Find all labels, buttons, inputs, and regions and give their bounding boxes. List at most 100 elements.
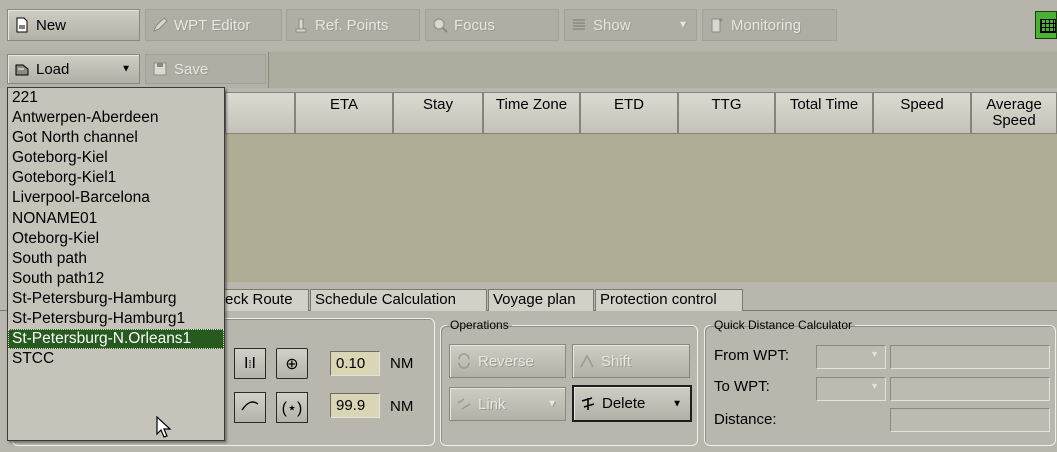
tab-schedule-calculation[interactable]: Schedule Calculation	[310, 289, 487, 311]
show-label: Show	[593, 16, 631, 34]
tab-protection-control[interactable]: Protection control	[595, 289, 743, 311]
radius-value-field[interactable]: 99.9	[330, 393, 380, 418]
to-wpt-label: To WPT:	[714, 378, 770, 395]
route-list-item[interactable]: STCC	[8, 349, 224, 369]
ref-point-icon	[293, 17, 309, 33]
link-label: Link	[478, 395, 506, 413]
header-speed-label: Speed	[900, 96, 944, 113]
ref-points-button[interactable]: Ref. Points	[286, 9, 420, 41]
pencil-icon	[152, 17, 168, 33]
column-header-average-speed[interactable]: Average Speed	[971, 92, 1057, 134]
wpt-editor-label: WPT Editor	[174, 16, 251, 34]
magnifier-icon	[432, 17, 448, 33]
save-button[interactable]: Save	[145, 54, 266, 84]
route-list-item[interactable]: St-Petersburg-N.Orleans1	[8, 329, 224, 350]
route-list-item[interactable]: NONAME01	[8, 209, 224, 229]
column-header-eta[interactable]: ETA	[295, 92, 393, 134]
distance-label: Distance:	[714, 411, 777, 428]
monitoring-label: Monitoring	[731, 16, 802, 34]
show-dropdown[interactable]: Show ▼	[564, 9, 697, 41]
shift-icon	[579, 353, 595, 369]
route-table-body[interactable]	[225, 134, 1057, 282]
new-file-icon	[14, 17, 30, 33]
route-list-item[interactable]: 221	[8, 88, 224, 108]
crosshair-icon: ⊕	[285, 355, 299, 373]
route-list-item[interactable]: Got North channel	[8, 128, 224, 148]
to-wpt-value	[890, 377, 1050, 401]
route-list-item[interactable]: St-Petersburg-Hamburg	[8, 289, 224, 309]
reverse-label: Reverse	[478, 352, 534, 370]
delete-label: Delete	[602, 395, 646, 412]
header-average-speed-label: Average Speed	[986, 96, 1042, 129]
quick-distance-calculator-title: Quick Distance Calculator	[714, 318, 853, 332]
monitoring-icon	[709, 17, 725, 33]
radius-tool-button[interactable]: (⋆)	[276, 392, 308, 423]
route-list-item[interactable]: Goteborg-Kiel1	[8, 168, 224, 188]
header-total-time-label: Total Time	[789, 96, 859, 113]
chevron-down-icon: ▼	[547, 398, 557, 410]
column-header-stay[interactable]: Stay	[393, 92, 483, 134]
link-button[interactable]: Link ▼	[449, 387, 566, 421]
xte-value: 0.10	[336, 355, 366, 372]
focus-button[interactable]: Focus	[425, 9, 559, 41]
route-load-list[interactable]: 221 Antwerpen-Aberdeen Got North channel Go…	[7, 87, 225, 441]
route-list-item[interactable]: South path12	[8, 269, 224, 289]
tab-check-route[interactable]: eck Route	[220, 289, 309, 311]
depth-tool-button[interactable]: I⁞I	[234, 348, 266, 379]
load-label: Load	[36, 60, 70, 78]
monitoring-button[interactable]: Monitoring	[702, 9, 837, 41]
tab-voyage-plan-label: Voyage plan	[493, 291, 576, 308]
header-eta-label: ETA	[329, 96, 359, 113]
crosshair-tool-button[interactable]: ⊕	[276, 348, 308, 379]
delete-button[interactable]: Delete ▼	[572, 385, 692, 422]
tab-voyage-plan[interactable]: Voyage plan	[488, 289, 594, 311]
link-icon	[456, 396, 472, 412]
column-header-time-zone[interactable]: Time Zone	[483, 92, 580, 134]
tab-schedule-calculation-label: Schedule Calculation	[315, 291, 456, 308]
reverse-button[interactable]: Reverse	[449, 344, 566, 378]
route-list-item[interactable]: Goteborg-Kiel	[8, 148, 224, 168]
chevron-down-icon: ▼	[870, 381, 879, 391]
tab-protection-control-label: Protection control	[600, 291, 717, 308]
radius-unit: NM	[390, 398, 414, 415]
arc-tool-button[interactable]	[234, 392, 266, 423]
arc-icon	[241, 398, 259, 417]
route-list-item[interactable]: South path	[8, 249, 224, 269]
ref-points-label: Ref. Points	[315, 16, 389, 34]
column-header-name[interactable]	[225, 92, 295, 134]
from-wpt-value	[890, 345, 1050, 369]
grid-view-button[interactable]	[1035, 11, 1057, 39]
new-button[interactable]: New	[7, 9, 140, 41]
load-dropdown[interactable]: Load ▼	[7, 54, 140, 84]
shift-button[interactable]: Shift	[572, 344, 690, 378]
route-list-item[interactable]: Antwerpen-Aberdeen	[8, 108, 224, 128]
column-header-total-time[interactable]: Total Time	[775, 92, 873, 134]
header-stay-label: Stay	[422, 96, 453, 113]
bracket-icon: I⁞I	[244, 354, 256, 372]
route-list-item[interactable]: Oteborg-Kiel	[8, 229, 224, 249]
xte-unit: NM	[390, 355, 414, 372]
new-button-label: New	[36, 16, 67, 34]
distance-value	[890, 408, 1050, 432]
chevron-down-icon: ▼	[121, 63, 131, 75]
from-wpt-label: From WPT:	[714, 347, 789, 364]
radius-value: 99.9	[336, 397, 366, 414]
header-time-zone-label: Time Zone	[495, 96, 568, 113]
operations-group: Operations	[440, 318, 698, 446]
save-icon	[152, 61, 168, 77]
column-header-speed[interactable]: Speed	[873, 92, 971, 134]
header-etd-label: ETD	[614, 96, 644, 113]
operations-title: Operations	[450, 318, 509, 332]
list-icon	[571, 17, 587, 33]
grid-icon	[1040, 19, 1056, 33]
route-list-item[interactable]: St-Petersburg-Hamburg1	[8, 309, 224, 329]
to-wpt-select[interactable]: ▼	[816, 377, 886, 401]
xte-value-field[interactable]: 0.10	[330, 351, 380, 376]
wpt-editor-button[interactable]: WPT Editor	[145, 9, 282, 41]
column-header-etd[interactable]: ETD	[580, 92, 678, 134]
radius-icon: (⋆)	[281, 399, 303, 417]
from-wpt-select[interactable]: ▼	[816, 345, 886, 369]
route-list-item[interactable]: Liverpool-Barcelona	[8, 188, 224, 208]
reverse-icon	[456, 353, 472, 369]
column-header-ttg[interactable]: TTG	[678, 92, 775, 134]
